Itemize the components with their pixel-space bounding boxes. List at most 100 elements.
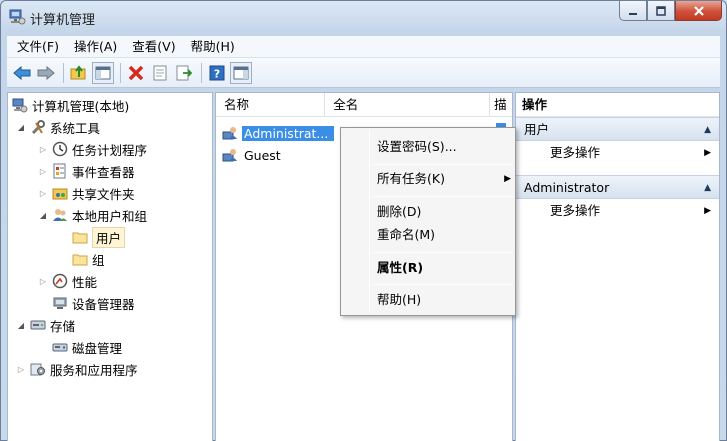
- title-bar[interactable]: 计算机管理: [1, 1, 726, 33]
- menu-item-all-tasks[interactable]: 所有任务(K) ▶: [377, 168, 511, 190]
- close-button[interactable]: [675, 1, 722, 21]
- users-group-icon: [52, 207, 68, 223]
- user-row-guest[interactable]: Guest: [222, 145, 281, 165]
- menu-bar: 文件(F) 操作(A) 查看(V) 帮助(H): [7, 36, 720, 58]
- svg-text:?: ?: [214, 67, 220, 80]
- tree-label: 服务和应用程序: [50, 362, 138, 378]
- more-actions-administrator[interactable]: 更多操作 ▶: [516, 199, 719, 223]
- show-action-pane-button[interactable]: [230, 61, 252, 84]
- expand-triangle-icon[interactable]: ▷: [38, 144, 48, 154]
- folder-icon: [72, 251, 88, 267]
- show-hide-tree-button[interactable]: [92, 61, 114, 84]
- menu-item-rename[interactable]: 重命名(M): [377, 224, 435, 246]
- performance-icon: [52, 273, 68, 289]
- help-button[interactable]: ?: [206, 62, 228, 84]
- expand-triangle-icon[interactable]: ▷: [16, 364, 26, 374]
- properties-button[interactable]: [149, 62, 171, 84]
- menu-item-delete[interactable]: 删除(D): [377, 201, 421, 223]
- expand-triangle-icon[interactable]: ▷: [38, 276, 48, 286]
- tree-item-storage[interactable]: ◢ 存储: [16, 315, 75, 335]
- menu-item-set-password[interactable]: 设置密码(S)...: [377, 136, 457, 158]
- user-name: Guest: [244, 147, 281, 163]
- minimize-icon: [629, 12, 637, 15]
- caption-buttons: [619, 1, 722, 23]
- folder-up-icon: [70, 64, 86, 79]
- user-icon: [222, 125, 238, 141]
- menu-item-help[interactable]: 帮助(H): [377, 289, 421, 311]
- expand-triangle-icon[interactable]: ▷: [38, 166, 48, 176]
- menu-help[interactable]: 帮助(H): [185, 37, 241, 57]
- more-actions-users[interactable]: 更多操作 ▶: [516, 141, 719, 165]
- actions-group-users[interactable]: 用户 ▲: [516, 117, 719, 141]
- device-manager-icon: [52, 295, 68, 311]
- collapse-triangle-icon[interactable]: ◢: [38, 210, 48, 220]
- shared-folder-icon: [52, 185, 68, 201]
- toolbar-separator: [63, 62, 64, 83]
- up-level-button[interactable]: [68, 62, 90, 84]
- forward-button[interactable]: [35, 62, 57, 84]
- window-title: 计算机管理: [30, 13, 96, 28]
- actions-pane: 操作 用户 ▲ 更多操作 ▶ Administrator ▲ 更多操作 ▶: [515, 92, 720, 441]
- menu-separator: [373, 252, 513, 253]
- computer-management-icon: [8, 8, 26, 26]
- console-tree: 计算机管理(本地) ◢ 系统工具 ▷ 任务计划程序 ▷ 事件查看器 ▷ 共享文件…: [7, 92, 213, 441]
- list-header: 名称 全名 描: [216, 93, 512, 117]
- collapse-triangle-icon[interactable]: ◢: [16, 122, 26, 132]
- tree-item-task-scheduler[interactable]: ▷ 任务计划程序: [38, 139, 147, 159]
- export-list-button[interactable]: [173, 62, 195, 84]
- tree-item-services-apps[interactable]: ▷ 服务和应用程序: [16, 359, 138, 379]
- forward-arrow-icon: [37, 65, 55, 80]
- maximize-button[interactable]: [647, 1, 675, 21]
- delete-button[interactable]: [125, 62, 147, 84]
- column-description-header[interactable]: 描: [490, 93, 512, 117]
- submenu-arrow-icon: ▶: [504, 174, 511, 184]
- delete-x-icon: [128, 65, 144, 80]
- expand-triangle-icon[interactable]: ▷: [38, 188, 48, 198]
- tree-label: 磁盘管理: [72, 340, 123, 356]
- user-row-administrator[interactable]: Administrat...: [222, 123, 335, 143]
- tree-label: 性能: [72, 274, 98, 290]
- menu-view[interactable]: 查看(V): [126, 37, 181, 57]
- back-button[interactable]: [11, 62, 33, 84]
- tree-item-shared-folders[interactable]: ▷ 共享文件夹: [38, 183, 135, 203]
- tree-item-users[interactable]: 用户: [72, 226, 126, 248]
- menu-gutter: [369, 130, 370, 313]
- back-arrow-icon: [13, 65, 31, 80]
- column-fullname-header[interactable]: 全名: [325, 93, 491, 117]
- tree-item-event-viewer[interactable]: ▷ 事件查看器: [38, 161, 135, 181]
- menu-separator: [373, 196, 513, 197]
- menu-separator: [373, 164, 513, 165]
- tree-item-system-tools[interactable]: ◢ 系统工具: [16, 117, 100, 137]
- action-label: 更多操作: [550, 203, 601, 218]
- menu-item-label: 所有任务(K): [377, 171, 445, 186]
- console-tree-icon: [95, 66, 111, 79]
- tree-item-performance[interactable]: ▷ 性能: [38, 271, 97, 291]
- submenu-arrow-icon: ▶: [704, 148, 711, 158]
- tree-label: 设备管理器: [72, 296, 135, 312]
- menu-item-properties[interactable]: 属性(R): [377, 257, 423, 279]
- menu-action[interactable]: 操作(A): [68, 37, 123, 57]
- minimize-button[interactable]: [619, 1, 647, 21]
- toolbar-separator: [120, 62, 121, 83]
- collapse-caret-icon: ▲: [704, 125, 711, 135]
- tree-item-device-manager[interactable]: 设备管理器: [52, 293, 135, 313]
- menu-file[interactable]: 文件(F): [11, 37, 65, 57]
- menu-separator: [373, 284, 513, 285]
- tree-label-selected: 用户: [92, 226, 126, 248]
- column-name-header[interactable]: 名称: [216, 93, 326, 117]
- tree-item-disk-management[interactable]: 磁盘管理: [52, 337, 122, 357]
- toolbar-separator: [201, 62, 202, 83]
- event-viewer-icon: [52, 163, 68, 179]
- disk-management-icon: [52, 339, 68, 355]
- tree-label: 任务计划程序: [72, 142, 148, 158]
- collapse-caret-icon: ▲: [704, 183, 711, 193]
- tree-label: 系统工具: [50, 120, 101, 136]
- properties-icon: [153, 65, 167, 80]
- services-icon: [30, 361, 46, 377]
- tree-item-groups[interactable]: 组: [72, 249, 105, 269]
- close-icon: [693, 5, 704, 16]
- tree-item-local-users-groups[interactable]: ◢ 本地用户和组: [38, 205, 147, 225]
- actions-group-administrator[interactable]: Administrator ▲: [516, 175, 719, 199]
- tree-item-root[interactable]: 计算机管理(本地): [12, 95, 129, 115]
- collapse-triangle-icon[interactable]: ◢: [16, 320, 26, 330]
